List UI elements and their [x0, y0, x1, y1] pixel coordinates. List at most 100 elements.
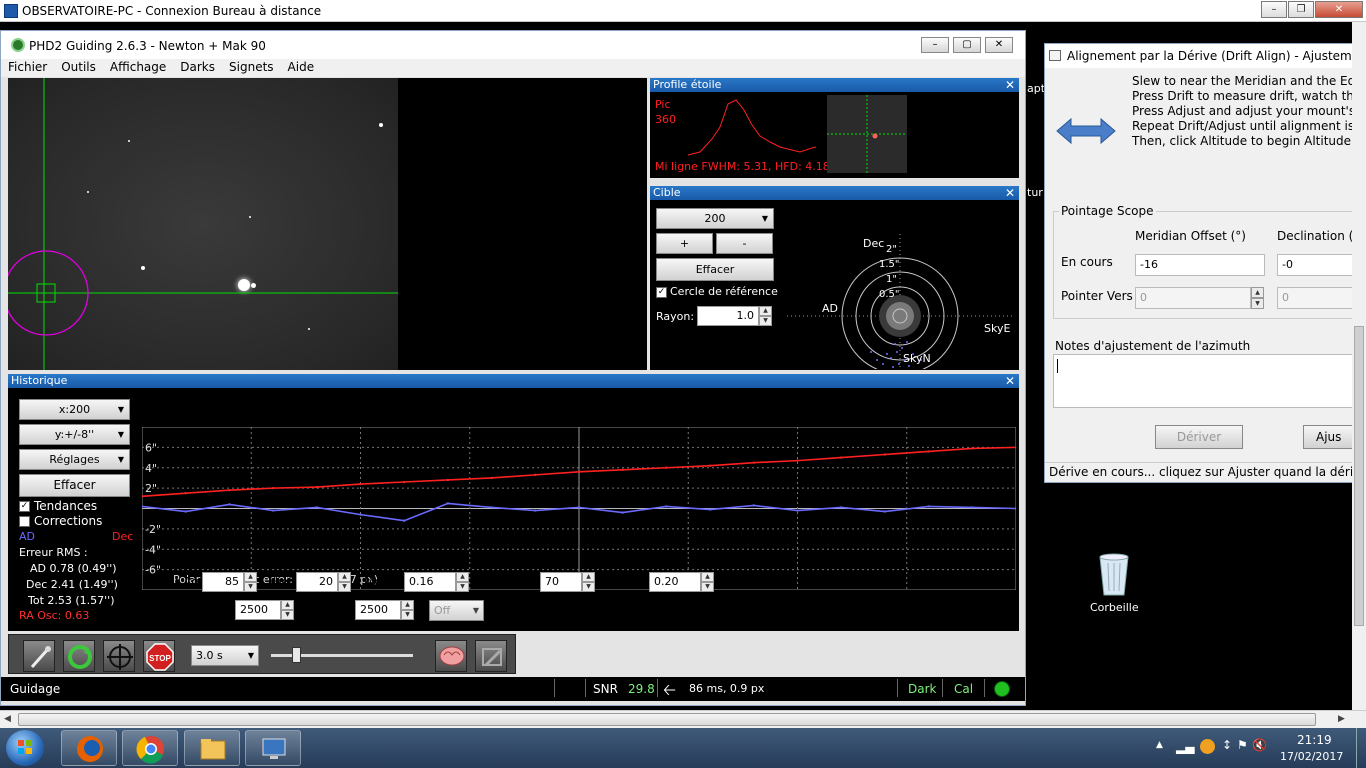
chevron-down-icon: ▼ — [247, 651, 254, 660]
trends-checkbox[interactable]: ✓ — [19, 501, 30, 512]
explorer-taskbar-icon[interactable] — [184, 730, 240, 766]
dec-aggressiveness-input[interactable]: 70 — [540, 572, 582, 592]
ad-mnmo-down[interactable]: ▼ — [456, 582, 469, 592]
camera-view[interactable] — [8, 78, 647, 370]
crosshair-icon[interactable] — [103, 640, 135, 672]
hys-up[interactable]: ▲ — [338, 572, 351, 582]
drift-title-bar[interactable]: Alignement par la Dérive (Drift Align) -… — [1045, 44, 1353, 68]
vscroll-thumb[interactable] — [1354, 326, 1364, 626]
ad-min-move-input[interactable]: 0.16 — [404, 572, 456, 592]
scroll-right-arrow[interactable]: ▶ — [1338, 714, 1345, 724]
phd2-close-button[interactable]: ✕ — [985, 37, 1013, 53]
ad-aggressiveness-input[interactable]: 85 — [202, 572, 244, 592]
exposure-select[interactable]: 3.0 s ▼ — [191, 645, 259, 666]
clock-time[interactable]: 21:19 — [1297, 733, 1332, 747]
data-point-ad — [927, 505, 930, 508]
point-meridian-down[interactable]: ▼ — [1251, 298, 1264, 309]
dec-mnmo-up[interactable]: ▲ — [701, 572, 714, 582]
ref-circle-checkbox[interactable]: ✓ — [656, 287, 667, 298]
stop-icon[interactable]: STOP — [143, 640, 175, 672]
point-declination-input[interactable]: 0 — [1277, 287, 1353, 309]
menu-bar: Fichier Outils Affichage Darks Signets Aide — [1, 59, 1025, 77]
history-settings-select[interactable]: Réglages ▼ — [19, 449, 130, 470]
dec-agr-down[interactable]: ▼ — [582, 582, 595, 592]
pencil-icon[interactable] — [23, 640, 55, 672]
radius-down-arrow[interactable]: ▼ — [759, 316, 772, 326]
dec-mode-select[interactable]: Off ▼ — [429, 600, 484, 621]
adjust-button[interactable]: Ajus — [1303, 425, 1353, 449]
phd2-minimize-button[interactable]: – — [921, 37, 949, 53]
menu-aide[interactable]: Aide — [281, 59, 322, 74]
mxdec-down[interactable]: ▼ — [401, 610, 414, 620]
dec-min-move-input[interactable]: 0.20 — [649, 572, 701, 592]
hysteresis-input[interactable]: 20 — [296, 572, 338, 592]
start-button[interactable] — [6, 730, 44, 766]
ad-mnmo-up[interactable]: ▲ — [456, 572, 469, 582]
ad-agr-up[interactable]: ▲ — [244, 572, 257, 582]
mxad-up[interactable]: ▲ — [281, 600, 294, 610]
azimuth-notes-textarea[interactable] — [1053, 354, 1353, 408]
history-close-icon[interactable]: ✕ — [1005, 374, 1015, 388]
corrections-checkbox[interactable] — [19, 516, 30, 527]
hscroll-thumb[interactable] — [18, 713, 1316, 726]
max-dec-duration-input[interactable]: 2500 — [355, 600, 401, 620]
dec-agr-up[interactable]: ▲ — [582, 572, 595, 582]
brain-icon[interactable] — [435, 640, 467, 672]
menu-signets[interactable]: Signets — [222, 59, 281, 74]
menu-fichier[interactable]: Fichier — [1, 59, 54, 74]
target-zoom-out-button[interactable]: - — [716, 233, 773, 254]
y-tick-label: 6" — [145, 441, 157, 454]
rdp-restore-button[interactable]: ❐ — [1288, 1, 1314, 18]
recycle-bin-icon[interactable] — [1096, 551, 1132, 597]
phd2-title-bar[interactable]: PHD2 Guiding 2.6.3 - Newton + Mak 90 – ▢… — [1, 31, 1025, 59]
ad-agr-down[interactable]: ▼ — [244, 582, 257, 592]
mxad-down[interactable]: ▼ — [281, 610, 294, 620]
target-zoom-in-button[interactable]: + — [656, 233, 713, 254]
dec-mnmo-down[interactable]: ▼ — [701, 582, 714, 592]
max-ad-duration-input[interactable]: 2500 — [235, 600, 281, 620]
history-settings-label: Réglages — [49, 453, 100, 466]
radius-input[interactable]: 1.0 — [697, 306, 759, 326]
target-zoom-value: 200 — [704, 212, 726, 225]
point-meridian-up[interactable]: ▲ — [1251, 287, 1264, 298]
history-x-scale-select[interactable]: x:200 ▼ — [19, 399, 130, 420]
rdp-minimize-button[interactable]: – — [1261, 1, 1287, 18]
hys-down[interactable]: ▼ — [338, 582, 351, 592]
firefox-taskbar-icon[interactable] — [61, 730, 117, 766]
target-close-icon[interactable]: ✕ — [1005, 186, 1015, 200]
rdp-close-button[interactable]: ✕ — [1315, 1, 1363, 18]
tray-app-icon[interactable] — [1200, 739, 1215, 754]
tray-expand-icon[interactable]: ▲ — [1156, 740, 1163, 750]
star-profile-close-icon[interactable]: ✕ — [1005, 78, 1015, 92]
signal-icon[interactable]: ▂▄ — [1176, 740, 1194, 754]
remote-desktop-taskbar-icon[interactable] — [245, 730, 301, 766]
history-clear-button[interactable]: Effacer — [19, 474, 130, 497]
chrome-taskbar-icon[interactable] — [122, 730, 178, 766]
usb-icon[interactable]: ↕ — [1222, 738, 1232, 752]
radius-up-arrow[interactable]: ▲ — [759, 306, 772, 316]
loop-icon[interactable] — [63, 640, 95, 672]
target-clear-button[interactable]: Effacer — [656, 258, 774, 281]
data-point-ad — [1014, 507, 1016, 510]
settings-wrench-icon[interactable] — [475, 640, 507, 672]
status-divider — [942, 679, 943, 697]
data-point-dec — [359, 482, 362, 486]
target-zoom-select[interactable]: 200 ▼ — [656, 208, 774, 229]
menu-darks[interactable]: Darks — [173, 59, 222, 74]
menu-outils[interactable]: Outils — [54, 59, 103, 74]
rdp-title-bar[interactable]: OBSERVATOIRE-PC - Connexion Bureau à dis… — [0, 0, 1366, 22]
history-y-scale-select[interactable]: y:+/-8'' ▼ — [19, 424, 130, 445]
menu-affichage[interactable]: Affichage — [103, 59, 173, 74]
gamma-slider-thumb[interactable] — [292, 647, 301, 663]
remote-vertical-scrollbar[interactable] — [1352, 22, 1366, 710]
show-desktop-button[interactable] — [1356, 728, 1366, 768]
volume-muted-icon[interactable]: 🔇 — [1252, 738, 1267, 752]
clock-date[interactable]: 17/02/2017 — [1280, 750, 1343, 763]
point-meridian-offset-input[interactable]: 0 — [1135, 287, 1251, 309]
flag-icon[interactable]: ⚑ — [1237, 738, 1248, 752]
phd2-maximize-button[interactable]: ▢ — [953, 37, 981, 53]
rdp-horizontal-scrollbar[interactable]: ◀ ▶ — [0, 710, 1366, 728]
drift-button[interactable]: Dériver — [1155, 425, 1243, 449]
scroll-left-arrow[interactable]: ◀ — [4, 714, 11, 724]
mxdec-up[interactable]: ▲ — [401, 600, 414, 610]
